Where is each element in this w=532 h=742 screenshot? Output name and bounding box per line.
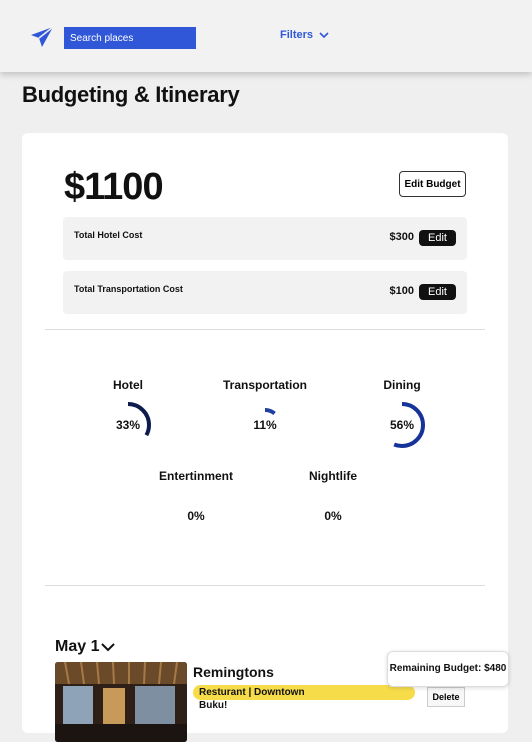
- day-selector[interactable]: May 1: [55, 638, 116, 656]
- entertainment-donut: Entertinment 0%: [151, 469, 241, 541]
- hotel-cost-label: Total Hotel Cost: [74, 230, 143, 240]
- donut-label: Entertinment: [158, 469, 233, 483]
- place-name: Remingtons: [193, 664, 274, 680]
- edit-transportation-cost-button[interactable]: Edit: [419, 284, 456, 300]
- donut-ring: 56%: [377, 400, 427, 450]
- transportation-cost-label: Total Transportation Cost: [74, 284, 183, 294]
- edit-budget-button[interactable]: Edit Budget: [399, 171, 466, 197]
- place-category-badge: Resturant | Downtown: [193, 685, 415, 700]
- divider: [45, 329, 485, 330]
- transportation-donut: Transportation 11%: [220, 378, 310, 450]
- budget-card: $1100 Edit Budget Total Hotel Cost $300 …: [22, 133, 508, 742]
- restaurant-photo-icon: [55, 662, 187, 742]
- paper-plane-icon[interactable]: [30, 26, 54, 48]
- donut-label: Dining: [383, 378, 421, 392]
- donut-label: Nightlife: [309, 469, 357, 483]
- donut-label: Transportation: [222, 378, 307, 392]
- donut-percent: 56%: [389, 418, 415, 432]
- donut-percent: 0%: [187, 509, 205, 523]
- day-label: May 1: [55, 638, 100, 655]
- donut-ring: 11%: [240, 400, 290, 450]
- dining-donut: Dining 56%: [357, 378, 447, 450]
- search-input[interactable]: [64, 27, 196, 49]
- donut-ring: 0%: [171, 491, 221, 541]
- donut-percent: 33%: [115, 418, 141, 432]
- page-title: Budgeting & Itinerary: [22, 82, 240, 107]
- edit-hotel-cost-button[interactable]: Edit: [419, 230, 456, 246]
- hotel-donut: Hotel 33%: [83, 378, 173, 450]
- transportation-cost-value: $100: [389, 285, 414, 297]
- donut-percent: 11%: [253, 418, 277, 432]
- donut-ring: 0%: [308, 491, 358, 541]
- delete-place-button[interactable]: Delete: [427, 687, 465, 707]
- transportation-cost-row: Total Transportation Cost $100 Edit: [63, 271, 467, 314]
- remaining-budget-badge: Remaining Budget: $480: [387, 651, 509, 687]
- budget-amount: $1100: [64, 166, 164, 208]
- donut-ring: 33%: [103, 400, 153, 450]
- filters-label: Filters: [280, 29, 314, 41]
- nightlife-donut: Nightlife 0%: [288, 469, 378, 541]
- hotel-cost-value: $300: [389, 231, 414, 243]
- chevron-down-icon: [101, 642, 116, 651]
- chevron-down-icon: [319, 31, 329, 38]
- hotel-cost-row: Total Hotel Cost $300 Edit: [63, 217, 467, 260]
- donut-percent: 0%: [324, 509, 342, 523]
- place-photo: [55, 662, 187, 742]
- top-bar: Filters: [0, 0, 532, 72]
- filters-dropdown[interactable]: Filters: [280, 29, 329, 41]
- donut-label: Hotel: [113, 378, 143, 392]
- divider: [45, 585, 485, 586]
